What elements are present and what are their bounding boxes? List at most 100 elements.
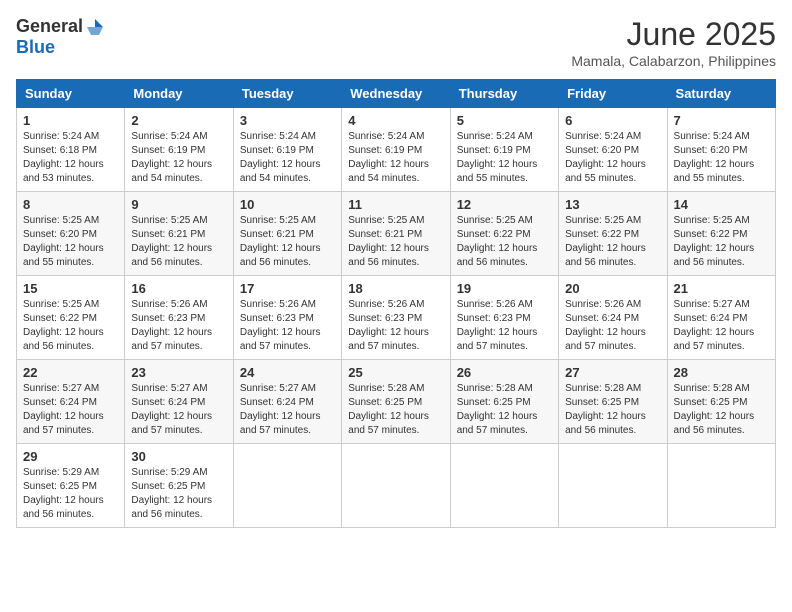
day-number: 28 [674,365,769,380]
weekday-header-sunday: Sunday [17,80,125,108]
day-number: 12 [457,197,552,212]
calendar-cell [233,444,341,528]
calendar-cell: 25 Sunrise: 5:28 AM Sunset: 6:25 PM Dayl… [342,360,450,444]
calendar-cell: 5 Sunrise: 5:24 AM Sunset: 6:19 PM Dayli… [450,108,558,192]
day-info: Sunrise: 5:27 AM Sunset: 6:24 PM Dayligh… [23,382,118,438]
day-info: Sunrise: 5:25 AM Sunset: 6:22 PM Dayligh… [674,214,769,270]
day-info: Sunrise: 5:27 AM Sunset: 6:24 PM Dayligh… [131,382,226,438]
location-text: Mamala, Calabarzon, Philippines [571,53,776,69]
day-number: 23 [131,365,226,380]
day-number: 8 [23,197,118,212]
month-title: June 2025 [571,16,776,53]
calendar-cell: 1 Sunrise: 5:24 AM Sunset: 6:18 PM Dayli… [17,108,125,192]
day-number: 14 [674,197,769,212]
calendar-cell: 2 Sunrise: 5:24 AM Sunset: 6:19 PM Dayli… [125,108,233,192]
day-info: Sunrise: 5:28 AM Sunset: 6:25 PM Dayligh… [674,382,769,438]
calendar-cell [667,444,775,528]
calendar-week-1: 1 Sunrise: 5:24 AM Sunset: 6:18 PM Dayli… [17,108,776,192]
day-number: 27 [565,365,660,380]
calendar-cell: 23 Sunrise: 5:27 AM Sunset: 6:24 PM Dayl… [125,360,233,444]
calendar-cell: 11 Sunrise: 5:25 AM Sunset: 6:21 PM Dayl… [342,192,450,276]
day-info: Sunrise: 5:29 AM Sunset: 6:25 PM Dayligh… [131,466,226,522]
day-info: Sunrise: 5:25 AM Sunset: 6:22 PM Dayligh… [457,214,552,270]
day-info: Sunrise: 5:28 AM Sunset: 6:25 PM Dayligh… [457,382,552,438]
day-number: 16 [131,281,226,296]
day-info: Sunrise: 5:27 AM Sunset: 6:24 PM Dayligh… [240,382,335,438]
logo-general-text: General [16,16,83,37]
day-number: 7 [674,113,769,128]
day-info: Sunrise: 5:24 AM Sunset: 6:19 PM Dayligh… [240,130,335,186]
calendar-cell: 30 Sunrise: 5:29 AM Sunset: 6:25 PM Dayl… [125,444,233,528]
calendar-cell: 21 Sunrise: 5:27 AM Sunset: 6:24 PM Dayl… [667,276,775,360]
day-number: 17 [240,281,335,296]
calendar-cell: 12 Sunrise: 5:25 AM Sunset: 6:22 PM Dayl… [450,192,558,276]
logo-icon [85,17,105,37]
calendar-table: SundayMondayTuesdayWednesdayThursdayFrid… [16,79,776,528]
day-number: 6 [565,113,660,128]
calendar-cell: 24 Sunrise: 5:27 AM Sunset: 6:24 PM Dayl… [233,360,341,444]
logo: General Blue [16,16,105,58]
calendar-week-2: 8 Sunrise: 5:25 AM Sunset: 6:20 PM Dayli… [17,192,776,276]
day-info: Sunrise: 5:26 AM Sunset: 6:24 PM Dayligh… [565,298,660,354]
day-number: 26 [457,365,552,380]
day-number: 18 [348,281,443,296]
calendar-cell: 17 Sunrise: 5:26 AM Sunset: 6:23 PM Dayl… [233,276,341,360]
day-info: Sunrise: 5:24 AM Sunset: 6:20 PM Dayligh… [674,130,769,186]
day-info: Sunrise: 5:25 AM Sunset: 6:21 PM Dayligh… [131,214,226,270]
day-number: 4 [348,113,443,128]
day-info: Sunrise: 5:28 AM Sunset: 6:25 PM Dayligh… [565,382,660,438]
day-number: 9 [131,197,226,212]
day-number: 2 [131,113,226,128]
calendar-week-3: 15 Sunrise: 5:25 AM Sunset: 6:22 PM Dayl… [17,276,776,360]
calendar-cell: 14 Sunrise: 5:25 AM Sunset: 6:22 PM Dayl… [667,192,775,276]
calendar-week-4: 22 Sunrise: 5:27 AM Sunset: 6:24 PM Dayl… [17,360,776,444]
calendar-cell: 6 Sunrise: 5:24 AM Sunset: 6:20 PM Dayli… [559,108,667,192]
calendar-cell: 28 Sunrise: 5:28 AM Sunset: 6:25 PM Dayl… [667,360,775,444]
weekday-header-thursday: Thursday [450,80,558,108]
day-number: 11 [348,197,443,212]
day-number: 21 [674,281,769,296]
day-info: Sunrise: 5:25 AM Sunset: 6:22 PM Dayligh… [565,214,660,270]
calendar-cell: 9 Sunrise: 5:25 AM Sunset: 6:21 PM Dayli… [125,192,233,276]
day-number: 1 [23,113,118,128]
calendar-cell: 15 Sunrise: 5:25 AM Sunset: 6:22 PM Dayl… [17,276,125,360]
day-number: 25 [348,365,443,380]
title-area: June 2025 Mamala, Calabarzon, Philippine… [571,16,776,69]
day-info: Sunrise: 5:29 AM Sunset: 6:25 PM Dayligh… [23,466,118,522]
day-number: 30 [131,449,226,464]
weekday-header-saturday: Saturday [667,80,775,108]
calendar-cell: 19 Sunrise: 5:26 AM Sunset: 6:23 PM Dayl… [450,276,558,360]
day-number: 19 [457,281,552,296]
calendar-cell: 27 Sunrise: 5:28 AM Sunset: 6:25 PM Dayl… [559,360,667,444]
page-header: General Blue June 2025 Mamala, Calabarzo… [16,16,776,69]
weekday-header-monday: Monday [125,80,233,108]
day-number: 20 [565,281,660,296]
day-number: 5 [457,113,552,128]
calendar-cell: 13 Sunrise: 5:25 AM Sunset: 6:22 PM Dayl… [559,192,667,276]
calendar-cell: 26 Sunrise: 5:28 AM Sunset: 6:25 PM Dayl… [450,360,558,444]
day-info: Sunrise: 5:24 AM Sunset: 6:20 PM Dayligh… [565,130,660,186]
calendar-cell: 7 Sunrise: 5:24 AM Sunset: 6:20 PM Dayli… [667,108,775,192]
day-info: Sunrise: 5:25 AM Sunset: 6:21 PM Dayligh… [348,214,443,270]
weekday-header-wednesday: Wednesday [342,80,450,108]
day-number: 10 [240,197,335,212]
day-number: 15 [23,281,118,296]
calendar-cell [450,444,558,528]
day-info: Sunrise: 5:25 AM Sunset: 6:22 PM Dayligh… [23,298,118,354]
day-number: 22 [23,365,118,380]
calendar-cell: 16 Sunrise: 5:26 AM Sunset: 6:23 PM Dayl… [125,276,233,360]
day-info: Sunrise: 5:24 AM Sunset: 6:19 PM Dayligh… [457,130,552,186]
calendar-week-5: 29 Sunrise: 5:29 AM Sunset: 6:25 PM Dayl… [17,444,776,528]
weekday-header-friday: Friday [559,80,667,108]
weekday-header-tuesday: Tuesday [233,80,341,108]
calendar-cell: 22 Sunrise: 5:27 AM Sunset: 6:24 PM Dayl… [17,360,125,444]
day-info: Sunrise: 5:26 AM Sunset: 6:23 PM Dayligh… [348,298,443,354]
day-info: Sunrise: 5:25 AM Sunset: 6:20 PM Dayligh… [23,214,118,270]
day-info: Sunrise: 5:27 AM Sunset: 6:24 PM Dayligh… [674,298,769,354]
day-info: Sunrise: 5:24 AM Sunset: 6:19 PM Dayligh… [131,130,226,186]
calendar-cell: 29 Sunrise: 5:29 AM Sunset: 6:25 PM Dayl… [17,444,125,528]
day-info: Sunrise: 5:24 AM Sunset: 6:19 PM Dayligh… [348,130,443,186]
calendar-cell: 10 Sunrise: 5:25 AM Sunset: 6:21 PM Dayl… [233,192,341,276]
day-number: 13 [565,197,660,212]
day-number: 29 [23,449,118,464]
